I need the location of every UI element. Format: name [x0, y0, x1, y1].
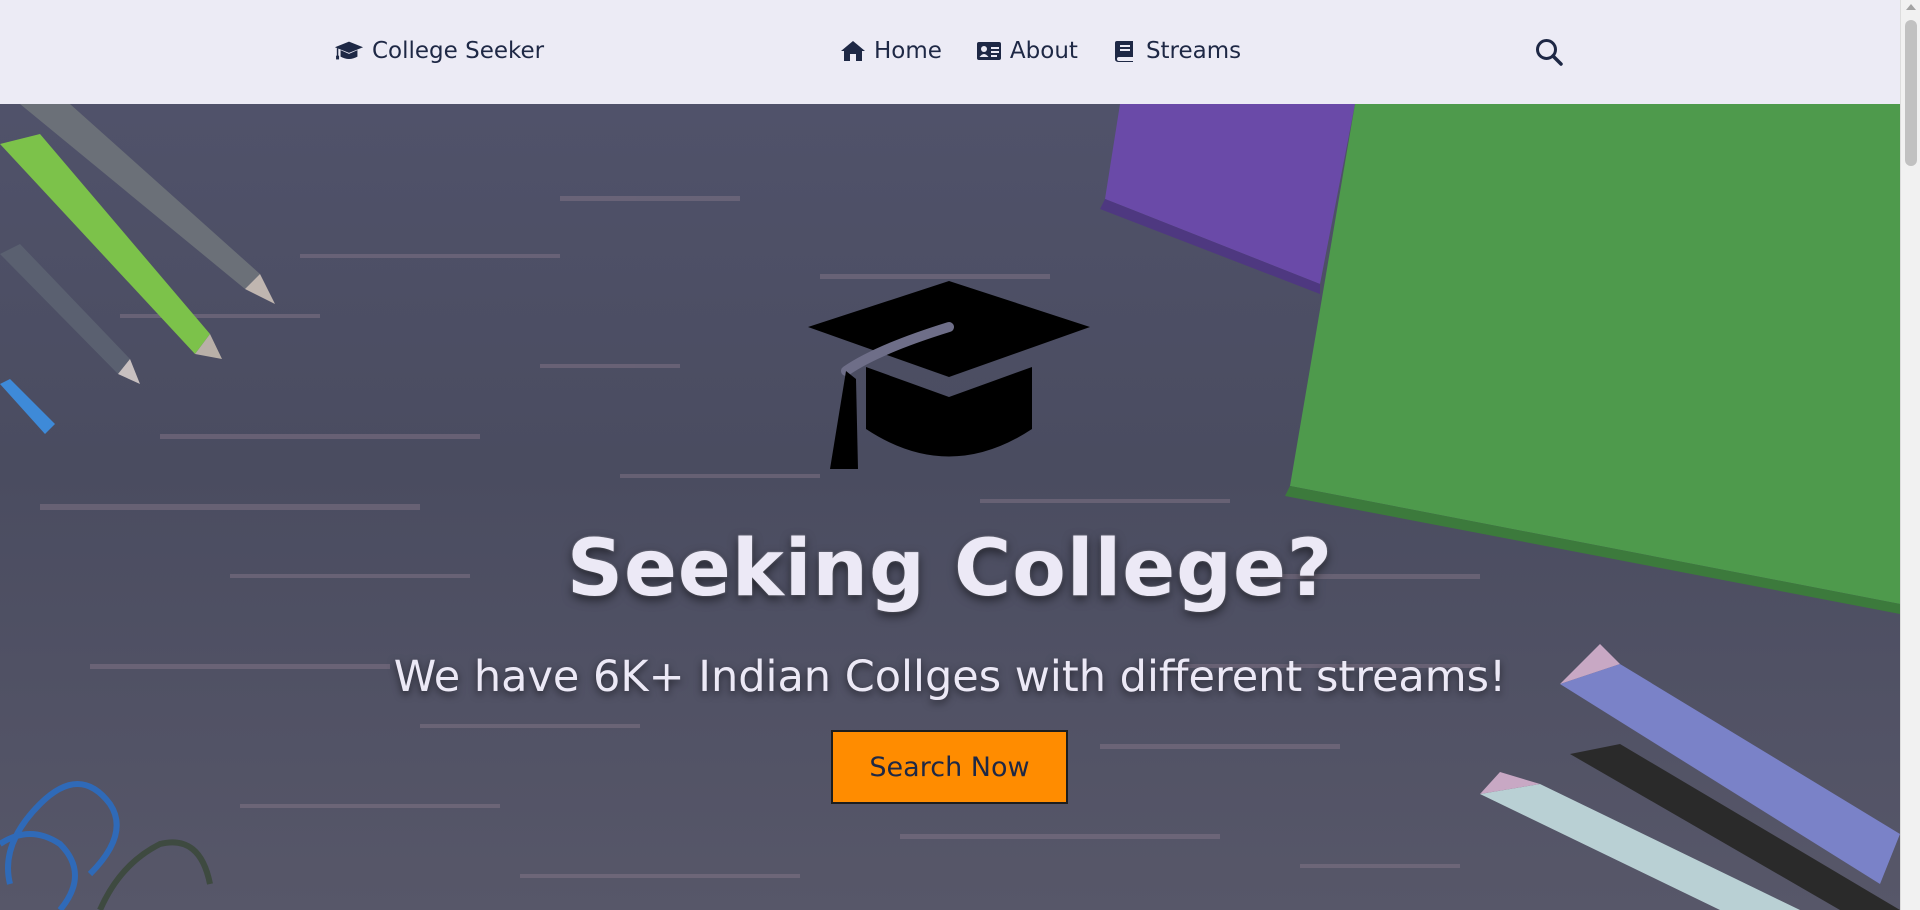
nav-streams-link[interactable]: Streams — [1112, 38, 1241, 64]
id-card-icon — [976, 42, 1001, 60]
navbar: College Seeker Home About Streams — [0, 0, 1900, 104]
hero-subtitle: We have 6K+ Indian Collges with differen… — [393, 652, 1507, 702]
page-scrollbar[interactable] — [1900, 0, 1920, 910]
home-icon — [841, 41, 865, 61]
search-now-button[interactable]: Search Now — [831, 730, 1068, 804]
graduation-cap-icon — [334, 41, 364, 60]
search-button[interactable] — [1533, 36, 1565, 68]
hero-section: Seeking College? We have 6K+ Indian Coll… — [0, 104, 1900, 910]
scroll-up-arrow[interactable] — [1906, 4, 1916, 10]
brand-link[interactable]: College Seeker — [334, 36, 544, 66]
nav-streams-label: Streams — [1145, 38, 1242, 64]
brand-label: College Seeker — [372, 38, 545, 64]
page: College Seeker Home About Streams Seekin… — [0, 0, 1920, 910]
search-icon — [1536, 39, 1563, 66]
graduation-cap-icon — [808, 281, 1090, 469]
hero-title: Seeking College? — [566, 524, 1334, 614]
nav-home-label: Home — [874, 38, 942, 64]
book-icon — [1114, 41, 1133, 62]
nav-home-link[interactable]: Home — [840, 38, 942, 64]
nav-about-link[interactable]: About — [976, 38, 1078, 64]
nav-about-label: About — [1009, 38, 1078, 64]
scrollbar-thumb[interactable] — [1905, 20, 1917, 166]
nav-links: Home About Streams — [840, 36, 1241, 66]
